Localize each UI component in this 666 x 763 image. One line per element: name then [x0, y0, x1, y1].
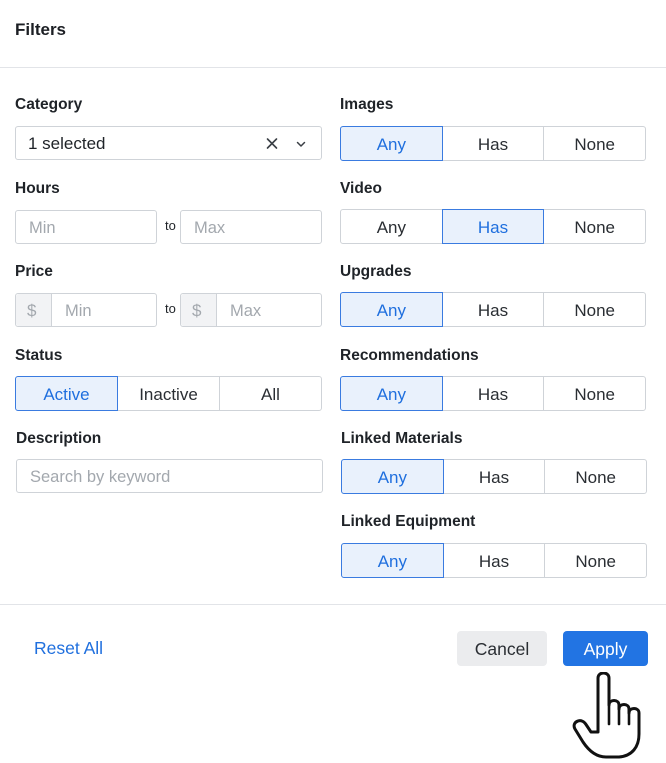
- dialog-title: Filters: [15, 20, 67, 39]
- video-segmented-control: Any Has None: [340, 209, 647, 244]
- linked-materials-option-has[interactable]: Has: [442, 459, 546, 494]
- dialog-header: Filters: [0, 0, 666, 68]
- status-option-all[interactable]: All: [219, 376, 322, 411]
- hours-min-placeholder: Min: [29, 219, 56, 237]
- images-option-has[interactable]: Has: [441, 126, 545, 161]
- hand-pointer-icon: [570, 671, 644, 760]
- category-select-value: 1 selected: [28, 134, 106, 153]
- recommendations-option-has[interactable]: Has: [441, 376, 545, 411]
- upgrades-option-none[interactable]: None: [543, 292, 647, 327]
- currency-prefix: $: [181, 294, 217, 326]
- hours-max-input[interactable]: Max: [180, 210, 322, 244]
- description-placeholder: Search by keyword: [30, 468, 171, 486]
- images-segmented-control: Any Has None: [340, 126, 647, 161]
- hours-min-input[interactable]: Min: [15, 210, 157, 244]
- linked-equipment-segmented-control: Any Has None: [341, 543, 648, 578]
- chevron-down-icon[interactable]: [295, 137, 307, 149]
- price-min-input[interactable]: $ Min: [15, 293, 157, 327]
- video-option-none[interactable]: None: [543, 209, 647, 244]
- currency-prefix: $: [16, 294, 52, 326]
- linked-materials-label: Linked Materials: [341, 430, 463, 447]
- price-min-placeholder: Min: [65, 302, 92, 320]
- linked-equipment-option-none[interactable]: None: [544, 543, 648, 578]
- dollar-icon: $: [192, 301, 202, 320]
- upgrades-segmented-control: Any Has None: [340, 292, 647, 327]
- linked-equipment-option-has[interactable]: Has: [442, 543, 546, 578]
- linked-materials-option-any[interactable]: Any: [341, 459, 444, 494]
- close-icon[interactable]: [265, 135, 279, 151]
- upgrades-option-any[interactable]: Any: [340, 292, 443, 327]
- images-option-any[interactable]: Any: [340, 126, 443, 161]
- cancel-button[interactable]: Cancel: [457, 631, 547, 666]
- images-label: Images: [340, 96, 394, 113]
- hours-label: Hours: [15, 180, 60, 197]
- category-select[interactable]: 1 selected: [15, 126, 322, 160]
- recommendations-label: Recommendations: [340, 347, 479, 364]
- video-option-any[interactable]: Any: [340, 209, 443, 244]
- images-option-none[interactable]: None: [543, 126, 647, 161]
- recommendations-option-none[interactable]: None: [543, 376, 647, 411]
- video-label: Video: [340, 180, 382, 197]
- footer-divider: [0, 604, 666, 605]
- apply-button[interactable]: Apply: [563, 631, 648, 666]
- price-max-input[interactable]: $ Max: [180, 293, 322, 327]
- upgrades-label: Upgrades: [340, 263, 412, 280]
- cancel-button-label: Cancel: [474, 639, 530, 659]
- price-range-separator: to: [165, 301, 176, 316]
- upgrades-option-has[interactable]: Has: [441, 292, 545, 327]
- linked-materials-segmented-control: Any Has None: [341, 459, 648, 494]
- price-max-placeholder: Max: [230, 302, 262, 320]
- price-label: Price: [15, 263, 53, 280]
- video-option-has[interactable]: Has: [441, 209, 545, 244]
- hours-range-separator: to: [165, 218, 176, 233]
- linked-materials-option-none[interactable]: None: [544, 459, 648, 494]
- status-option-active[interactable]: Active: [15, 376, 118, 411]
- recommendations-segmented-control: Any Has None: [340, 376, 647, 411]
- status-label: Status: [15, 347, 63, 364]
- description-label: Description: [16, 430, 102, 447]
- linked-equipment-option-any[interactable]: Any: [341, 543, 444, 578]
- dollar-icon: $: [27, 301, 37, 320]
- linked-equipment-label: Linked Equipment: [341, 513, 476, 530]
- category-label: Category: [15, 96, 83, 113]
- reset-all-link[interactable]: Reset All: [34, 638, 103, 659]
- description-search-input[interactable]: Search by keyword: [16, 459, 323, 493]
- apply-button-label: Apply: [583, 639, 628, 659]
- status-segmented-control: Active Inactive All: [15, 376, 322, 411]
- recommendations-option-any[interactable]: Any: [340, 376, 443, 411]
- hours-max-placeholder: Max: [194, 219, 226, 237]
- status-option-inactive[interactable]: Inactive: [117, 376, 220, 411]
